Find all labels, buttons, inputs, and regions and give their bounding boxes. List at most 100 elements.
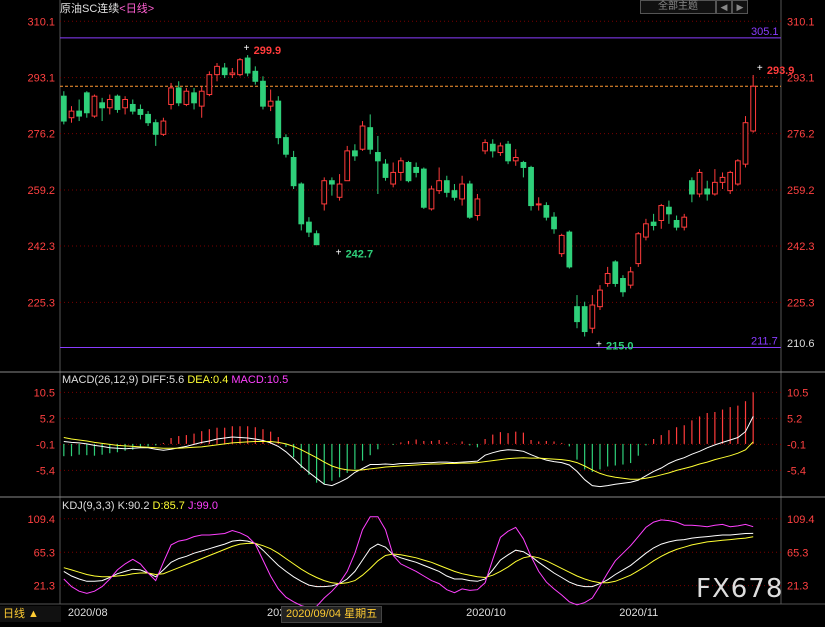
candle-body xyxy=(696,171,703,195)
candle-body xyxy=(420,168,427,208)
price-tick-left: 225.3 xyxy=(27,297,55,309)
extra-price-label: 210.6 xyxy=(787,338,815,350)
macd-title: MACD(26,12,9) xyxy=(62,374,139,386)
level-line-label: 305.1 xyxy=(751,26,779,38)
candle-body xyxy=(558,234,565,255)
candle-body xyxy=(397,160,404,173)
chart-canvas: 310.1 310.1293.1 293.1276.2 276.2259.2 259.2… xyxy=(0,0,825,619)
prev-arrow-button[interactable]: ◀ xyxy=(716,0,732,14)
candle-body xyxy=(604,273,611,284)
next-arrow-button[interactable]: ▶ xyxy=(732,0,748,14)
candle-body xyxy=(589,304,596,329)
instrument-name: 原油SC连续 xyxy=(60,3,120,15)
period-toggle-button[interactable]: 日线 ▲ xyxy=(0,606,61,622)
candle-body xyxy=(704,188,711,195)
chart-title: 原油SC连续<日线> xyxy=(60,0,154,16)
hover-date-label: 2020/09/04 星期五 xyxy=(281,606,383,623)
candle-body xyxy=(168,87,174,105)
extreme-value-label: 242.7 xyxy=(346,249,374,261)
candle-body xyxy=(313,233,320,246)
macd-diff-line xyxy=(63,416,754,488)
price-tick-left: 242.3 xyxy=(27,241,55,253)
kdj-tick-left: 109.4 xyxy=(27,514,55,526)
candle-body xyxy=(666,206,672,215)
candle-body xyxy=(160,120,167,135)
watermark: FX678 xyxy=(696,574,784,604)
candle-body xyxy=(551,216,557,230)
kdj-k-line xyxy=(63,532,754,588)
candle-body xyxy=(597,289,603,308)
candle-body xyxy=(252,70,259,82)
candle-body xyxy=(612,261,619,284)
price-tick-right: 259.2 xyxy=(787,185,815,197)
candle-body xyxy=(489,143,496,152)
macd-tick-left: 5.2 xyxy=(40,413,55,425)
macd-diff-value: DIFF:5.6 xyxy=(141,374,185,386)
date-tick-label: 2020/11 xyxy=(619,607,658,619)
candle-body xyxy=(336,183,343,198)
candle-body xyxy=(727,171,734,192)
candle-body xyxy=(497,145,504,154)
kdj-d-value: D:85.7 xyxy=(152,500,185,512)
candle-body xyxy=(711,181,718,195)
candle-body xyxy=(466,183,473,218)
candle-body xyxy=(581,306,588,333)
candle-body xyxy=(459,183,465,200)
candle-body xyxy=(122,99,128,109)
candle-body xyxy=(191,92,197,104)
candle-body xyxy=(129,103,136,112)
candle-body xyxy=(413,166,420,173)
price-tick-right: 276.2 xyxy=(787,129,815,141)
candle-body xyxy=(543,205,550,218)
candle-body xyxy=(512,157,519,162)
candle-body xyxy=(643,223,649,238)
candle-body xyxy=(436,180,443,192)
macd-tick-right: 10.5 xyxy=(787,387,808,399)
candle-body xyxy=(627,271,634,286)
candle-body xyxy=(298,183,305,225)
kdj-tick-right: 21.3 xyxy=(787,581,808,593)
price-tick-left: 293.1 xyxy=(27,73,55,85)
candle-body xyxy=(505,143,511,162)
candle-body xyxy=(681,216,688,228)
period-label[interactable]: <日线> xyxy=(119,3,154,15)
candle-body xyxy=(658,205,665,221)
macd-tick-right: -5.4 xyxy=(787,465,806,477)
kdj-j-value: J:99.0 xyxy=(188,500,218,512)
candle-body xyxy=(244,57,251,74)
candle-body xyxy=(689,180,695,195)
candle-body xyxy=(221,67,228,76)
candle-body xyxy=(283,137,289,155)
candle-body xyxy=(137,108,144,115)
candle-body xyxy=(152,122,159,135)
price-tick-right: 225.3 xyxy=(787,297,815,309)
price-tick-left: 276.2 xyxy=(27,129,55,141)
candle-body xyxy=(183,90,190,105)
kdj-tick-left: 21.3 xyxy=(34,581,55,593)
candle-body xyxy=(145,113,151,124)
candle-body xyxy=(352,150,358,157)
candle-body xyxy=(750,85,757,132)
macd-dea-value: DEA:0.4 xyxy=(187,374,229,386)
candle-body xyxy=(474,198,481,217)
kdj-title: KDJ(9,3,3) xyxy=(62,500,115,512)
kdj-k-value: K:90.2 xyxy=(117,500,150,512)
candle-body xyxy=(443,180,450,193)
candle-body xyxy=(650,221,657,226)
candle-body xyxy=(306,221,312,233)
macd-tick-right: 5.2 xyxy=(787,413,802,425)
theme-button[interactable]: 全部主题 xyxy=(640,0,716,14)
extreme-value-label: 215.0 xyxy=(606,341,634,353)
macd-macd-value: MACD:10.5 xyxy=(231,374,289,386)
candle-body xyxy=(344,150,351,182)
candle-body xyxy=(198,90,205,107)
candle-body xyxy=(83,92,90,114)
kdj-tick-right: 65.3 xyxy=(787,547,808,559)
macd-tick-left: -0.1 xyxy=(36,439,55,451)
candle-body xyxy=(290,157,297,187)
extreme-value-label: 299.9 xyxy=(254,45,282,57)
candle-body xyxy=(405,161,412,182)
candle-body xyxy=(267,100,274,107)
kdj-tick-left: 65.3 xyxy=(34,547,55,559)
candle-body xyxy=(482,142,488,152)
